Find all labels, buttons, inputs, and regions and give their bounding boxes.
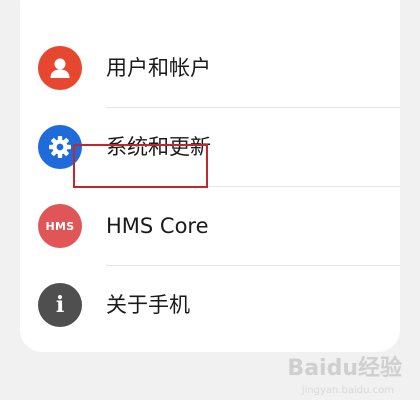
settings-item-hms-core[interactable]: HMS HMS Core xyxy=(20,187,400,265)
hms-icon: HMS xyxy=(38,204,82,248)
watermark-logo: Baidu经验 xyxy=(287,356,402,381)
settings-item-label: 关于手机 xyxy=(106,293,190,317)
hms-icon-text: HMS xyxy=(45,219,75,233)
info-icon-glyph: i xyxy=(55,292,65,318)
info-icon: i xyxy=(38,283,82,327)
highlight-box xyxy=(73,144,208,188)
settings-item-about-phone[interactable]: i 关于手机 xyxy=(20,266,400,344)
settings-item-users-accounts[interactable]: 用户和帐户 xyxy=(20,29,400,107)
watermark-url: jingyan.baidu.com xyxy=(301,385,394,396)
settings-item-label: HMS Core xyxy=(106,214,209,238)
settings-item-label: 用户和帐户 xyxy=(106,56,211,80)
user-icon xyxy=(38,46,82,90)
